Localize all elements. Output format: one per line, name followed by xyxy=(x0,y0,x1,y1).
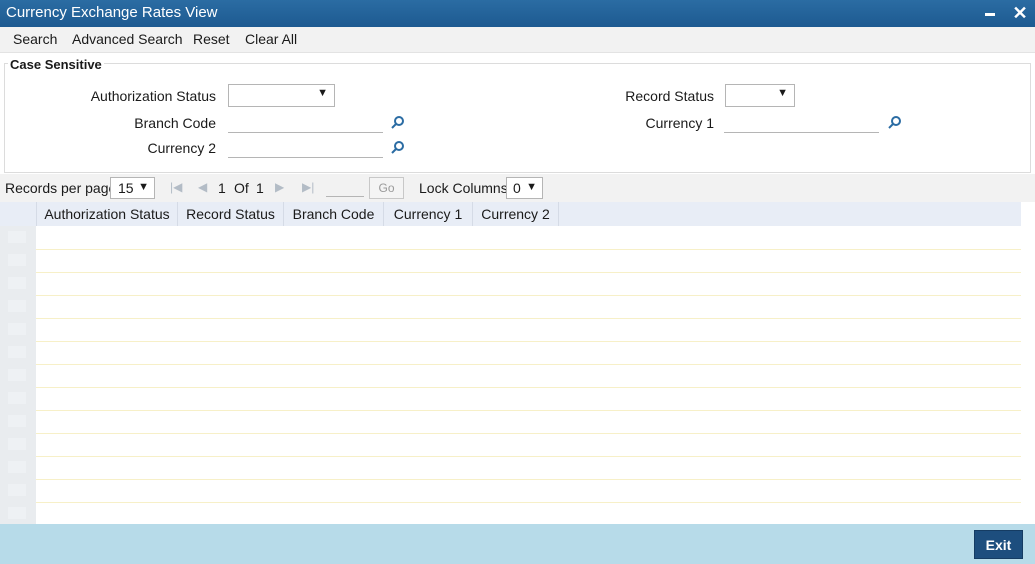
row-selector[interactable] xyxy=(8,507,26,519)
table-row[interactable] xyxy=(36,364,1021,388)
row-selector[interactable] xyxy=(8,415,26,427)
row-selector[interactable] xyxy=(8,231,26,243)
column-header-authorization-status[interactable]: Authorization Status xyxy=(37,202,178,226)
exit-button[interactable]: Exit xyxy=(974,530,1023,559)
records-per-page-select[interactable]: 15 ▼ xyxy=(110,177,155,199)
go-button[interactable]: Go xyxy=(369,177,404,199)
table-row[interactable] xyxy=(36,226,1021,250)
window-title: Currency Exchange Rates View xyxy=(6,4,218,21)
chevron-down-icon: ▼ xyxy=(138,181,149,193)
grid-header: Authorization Status Record Status Branc… xyxy=(0,202,1021,226)
table-row[interactable] xyxy=(36,410,1021,434)
lock-columns-label: Lock Columns xyxy=(419,180,508,196)
minimize-button[interactable] xyxy=(978,0,1002,27)
search-button[interactable]: Search xyxy=(13,31,57,47)
table-row[interactable] xyxy=(36,272,1021,296)
footer-bar xyxy=(0,524,1035,564)
case-sensitive-legend: Case Sensitive xyxy=(8,57,104,72)
clear-all-button[interactable]: Clear All xyxy=(245,31,297,47)
column-header-record-status[interactable]: Record Status xyxy=(178,202,284,226)
branch-code-label: Branch Code xyxy=(134,115,216,131)
row-selector[interactable] xyxy=(8,323,26,335)
row-selector[interactable] xyxy=(8,254,26,266)
record-status-select[interactable]: ▼ xyxy=(725,84,795,107)
search-icon[interactable] xyxy=(391,140,405,154)
currency2-input[interactable] xyxy=(228,138,383,158)
table-row[interactable] xyxy=(36,502,1021,526)
pagination-bar: Records per page 15 ▼ |◀ ◀ 1 Of 1 ▶ ▶| G… xyxy=(0,174,1035,202)
authorization-status-label: Authorization Status xyxy=(90,88,216,104)
row-selector[interactable] xyxy=(8,300,26,312)
search-icon[interactable] xyxy=(391,115,405,129)
table-row[interactable] xyxy=(36,479,1021,503)
table-row[interactable] xyxy=(36,249,1021,273)
row-selector[interactable] xyxy=(8,392,26,404)
row-selector[interactable] xyxy=(8,346,26,358)
minimize-icon xyxy=(985,13,995,16)
lock-columns-select[interactable]: 0 ▼ xyxy=(506,177,543,199)
chevron-down-icon: ▼ xyxy=(777,87,788,99)
records-per-page-label: Records per page xyxy=(5,180,117,196)
column-header-currency1[interactable]: Currency 1 xyxy=(384,202,473,226)
prev-page-icon[interactable]: ◀ xyxy=(198,180,207,194)
total-pages: 1 xyxy=(256,180,264,196)
table-row[interactable] xyxy=(36,341,1021,365)
table-row[interactable] xyxy=(36,318,1021,342)
select-all-header[interactable] xyxy=(0,202,37,226)
table-row[interactable] xyxy=(36,433,1021,457)
results-grid: Authorization Status Record Status Branc… xyxy=(0,202,1021,526)
records-per-page-value: 15 xyxy=(118,180,134,196)
first-page-icon[interactable]: |◀ xyxy=(170,180,182,194)
table-row[interactable] xyxy=(36,295,1021,319)
branch-code-input[interactable] xyxy=(228,113,383,133)
toolbar: Search Advanced Search Reset Clear All xyxy=(0,27,1035,53)
close-button[interactable]: ✕ xyxy=(1008,0,1032,27)
row-selector[interactable] xyxy=(8,277,26,289)
currency1-label: Currency 1 xyxy=(645,115,714,131)
search-icon[interactable] xyxy=(888,115,902,129)
row-selector-column xyxy=(0,202,36,524)
table-row[interactable] xyxy=(36,456,1021,480)
currency2-label: Currency 2 xyxy=(147,140,216,156)
advanced-search-button[interactable]: Advanced Search xyxy=(72,31,183,47)
row-selector[interactable] xyxy=(8,461,26,473)
column-header-branch-code[interactable]: Branch Code xyxy=(284,202,384,226)
chevron-down-icon: ▼ xyxy=(526,181,537,193)
current-page: 1 xyxy=(218,180,226,196)
page-number-input[interactable] xyxy=(326,180,364,197)
row-selector[interactable] xyxy=(8,484,26,496)
close-icon: ✕ xyxy=(1012,3,1028,23)
row-selector[interactable] xyxy=(8,438,26,450)
of-label: Of xyxy=(234,180,249,196)
last-page-icon[interactable]: ▶| xyxy=(302,180,314,194)
lock-columns-value: 0 xyxy=(513,180,521,196)
currency1-input[interactable] xyxy=(724,113,879,133)
column-header-currency2[interactable]: Currency 2 xyxy=(473,202,559,226)
row-selector[interactable] xyxy=(8,369,26,381)
chevron-down-icon: ▼ xyxy=(317,87,328,99)
title-bar: Currency Exchange Rates View ✕ xyxy=(0,0,1035,27)
reset-button[interactable]: Reset xyxy=(193,31,230,47)
record-status-label: Record Status xyxy=(625,88,714,104)
table-row[interactable] xyxy=(36,387,1021,411)
authorization-status-select[interactable]: ▼ xyxy=(228,84,335,107)
next-page-icon[interactable]: ▶ xyxy=(275,180,284,194)
